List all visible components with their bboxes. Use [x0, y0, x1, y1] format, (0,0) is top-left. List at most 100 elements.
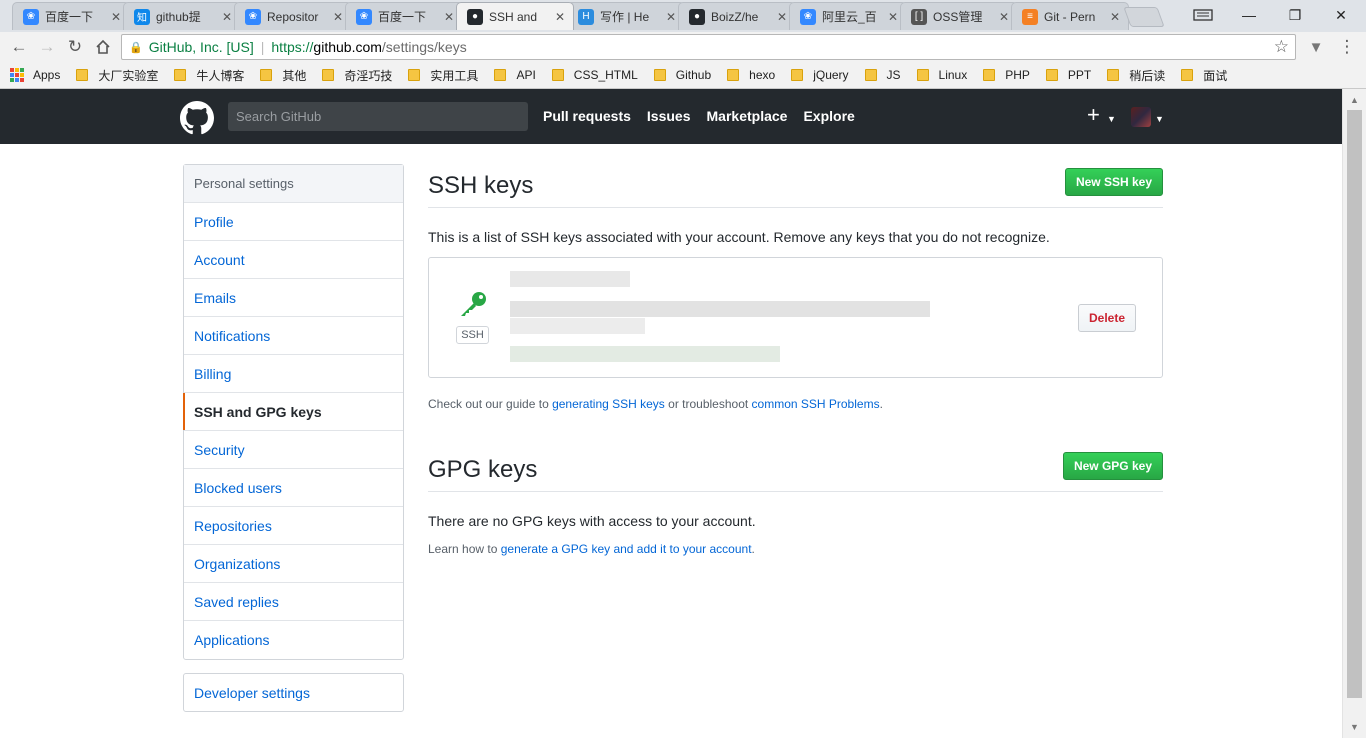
tab-close-icon[interactable]: ✕ — [664, 10, 678, 24]
sidebar-item-developer-settings[interactable]: Developer settings — [183, 673, 404, 712]
bookmark-folder[interactable]: jQuery — [791, 68, 849, 82]
sidebar-item-profile[interactable]: Profile — [184, 203, 403, 241]
folder-icon — [174, 69, 187, 81]
tab-close-icon[interactable]: ✕ — [109, 10, 123, 24]
tab-close-icon[interactable]: ✕ — [331, 10, 345, 24]
nav-explore[interactable]: Explore — [803, 108, 854, 124]
browser-tab[interactable]: 知 github提 ✕ — [123, 2, 241, 30]
bookmark-folder[interactable]: 面试 — [1181, 67, 1227, 84]
browser-tab[interactable]: ≡ Git - Pern ✕ — [1011, 2, 1129, 30]
bookmark-folder[interactable]: 实用工具 — [408, 67, 478, 84]
sidebar-item-billing[interactable]: Billing — [184, 355, 403, 393]
browser-menu-icon[interactable] — [1180, 0, 1226, 30]
browser-tab[interactable]: ❀ 阿里云_百 ✕ — [789, 2, 907, 30]
browser-tab[interactable]: ❀ 百度一下 ✕ — [12, 2, 130, 30]
tab-close-icon[interactable]: ✕ — [1108, 10, 1122, 24]
sidebar-item-account[interactable]: Account — [184, 241, 403, 279]
bookmark-label: 面试 — [1203, 68, 1228, 83]
gpg-learn-note: Learn how to generate a GPG key and add … — [428, 542, 1163, 556]
browser-tab[interactable]: H 写作 | He ✕ — [567, 2, 685, 30]
tab-close-icon[interactable]: ✕ — [775, 10, 789, 24]
bookmark-folder[interactable]: PHP — [983, 68, 1030, 82]
scroll-down-icon[interactable]: ▼ — [1350, 722, 1359, 732]
reload-icon[interactable]: ↻ — [64, 36, 86, 58]
generate-gpg-key-link[interactable]: generate a GPG key and add it to your ac… — [501, 542, 752, 556]
tab-close-icon[interactable]: ✕ — [442, 10, 456, 24]
bookmark-folder[interactable]: PPT — [1045, 68, 1091, 82]
sidebar-item-emails[interactable]: Emails — [184, 279, 403, 317]
home-icon[interactable] — [92, 36, 114, 58]
create-new-plus-icon[interactable]: + — [1087, 104, 1100, 126]
avatar[interactable] — [1131, 107, 1151, 127]
generating-ssh-keys-link[interactable]: generating SSH keys — [552, 397, 665, 411]
scrollbar-thumb[interactable] — [1347, 110, 1362, 698]
sidebar-item-security[interactable]: Security — [184, 431, 403, 469]
bookmark-folder[interactable]: 大厂实验室 — [76, 67, 158, 84]
extension-icon[interactable]: ▼ — [1305, 36, 1327, 58]
tab-title: 阿里云_百 — [822, 10, 877, 24]
nav-pull-requests[interactable]: Pull requests — [543, 108, 631, 124]
tab-close-icon[interactable]: ✕ — [886, 10, 900, 24]
github-logo-icon[interactable] — [180, 101, 214, 135]
browser-tab[interactable]: [ ] OSS管理 ✕ — [900, 2, 1018, 30]
guide-middle: or troubleshoot — [664, 397, 752, 411]
profile-caret-icon[interactable]: ▼ — [1155, 114, 1164, 124]
bookmark-folder[interactable]: Github — [653, 68, 711, 82]
bookmark-folder[interactable]: CSS_HTML — [551, 68, 638, 82]
address-bar[interactable]: 🔒 GitHub, Inc. [US] | https://github.com… — [121, 34, 1296, 60]
new-gpg-key-button[interactable]: New GPG key — [1062, 452, 1163, 480]
sidebar-item-repositories[interactable]: Repositories — [184, 507, 403, 545]
bookmark-folder[interactable]: 其他 — [260, 67, 306, 84]
ssh-keys-description: This is a list of SSH keys associated wi… — [428, 229, 1050, 245]
bookmark-label: Apps — [33, 68, 61, 82]
new-tab-button[interactable] — [1123, 7, 1165, 27]
bookmark-folder[interactable]: Linux — [916, 68, 967, 82]
tab-title: SSH and — [489, 9, 538, 24]
sidebar-item-saved-replies[interactable]: Saved replies — [184, 583, 403, 621]
sidebar-item-organizations[interactable]: Organizations — [184, 545, 403, 583]
learn-prefix: Learn how to — [428, 542, 501, 556]
bookmark-label: JS — [886, 68, 901, 82]
tab-close-icon[interactable]: ✕ — [553, 10, 567, 24]
browser-tab[interactable]: ● SSH and ✕ — [456, 2, 574, 30]
aliyun-icon: [ ] — [911, 8, 927, 25]
tab-title: github提 — [156, 10, 201, 24]
tab-close-icon[interactable]: ✕ — [997, 10, 1011, 24]
bookmark-folder[interactable]: 稍后读 — [1107, 67, 1165, 84]
browser-tab[interactable]: ● BoizZ/he ✕ — [678, 2, 796, 30]
scroll-up-icon[interactable]: ▲ — [1350, 95, 1359, 105]
sidebar-heading: Personal settings — [184, 165, 403, 203]
close-window-icon[interactable]: ✕ — [1318, 0, 1364, 30]
learn-suffix: . — [751, 542, 755, 556]
github-search-input[interactable]: Search GitHub — [228, 102, 528, 131]
tab-close-icon[interactable]: ✕ — [220, 10, 234, 24]
page-scrollbar[interactable]: ▲ ▼ — [1342, 89, 1366, 738]
new-ssh-key-button[interactable]: New SSH key — [1064, 168, 1163, 196]
bookmark-folder[interactable]: API — [494, 68, 536, 82]
sidebar-item-blocked-users[interactable]: Blocked users — [184, 469, 403, 507]
restore-icon[interactable]: ❐ — [1272, 0, 1318, 30]
sidebar-item-notifications[interactable]: Notifications — [184, 317, 403, 355]
create-caret-icon[interactable]: ▼ — [1107, 114, 1116, 124]
bookmark-folder[interactable]: 奇淫巧技 — [322, 67, 392, 84]
back-icon[interactable]: ← — [8, 36, 30, 58]
sidebar-item-applications[interactable]: Applications — [184, 621, 403, 659]
ssh-key-type-badge: SSH — [456, 326, 489, 344]
bookmark-star-icon[interactable]: ☆ — [1274, 37, 1289, 57]
bookmark-folder[interactable]: hexo — [727, 68, 775, 82]
sidebar-item-ssh-and-gpg-keys[interactable]: SSH and GPG keys — [183, 393, 403, 431]
nav-issues[interactable]: Issues — [647, 108, 691, 124]
bookmark-folder[interactable]: 牛人博客 — [174, 67, 244, 84]
forward-icon[interactable]: → — [36, 36, 58, 58]
browser-tab[interactable]: ❀ Repositor ✕ — [234, 2, 352, 30]
gpg-keys-title: GPG keys — [428, 456, 538, 483]
common-ssh-problems-link[interactable]: common SSH Problems — [752, 397, 880, 411]
delete-ssh-key-button[interactable]: Delete — [1078, 304, 1136, 332]
chrome-menu-icon[interactable]: ⋮ — [1336, 36, 1358, 58]
browser-tab[interactable]: ❀ 百度一下 ✕ — [345, 2, 463, 30]
redacted-key-title — [510, 271, 630, 287]
minimize-icon[interactable]: — — [1226, 0, 1272, 30]
bookmark-folder[interactable]: JS — [864, 68, 901, 82]
bookmark-apps[interactable]: Apps — [10, 68, 60, 82]
nav-marketplace[interactable]: Marketplace — [707, 108, 788, 124]
